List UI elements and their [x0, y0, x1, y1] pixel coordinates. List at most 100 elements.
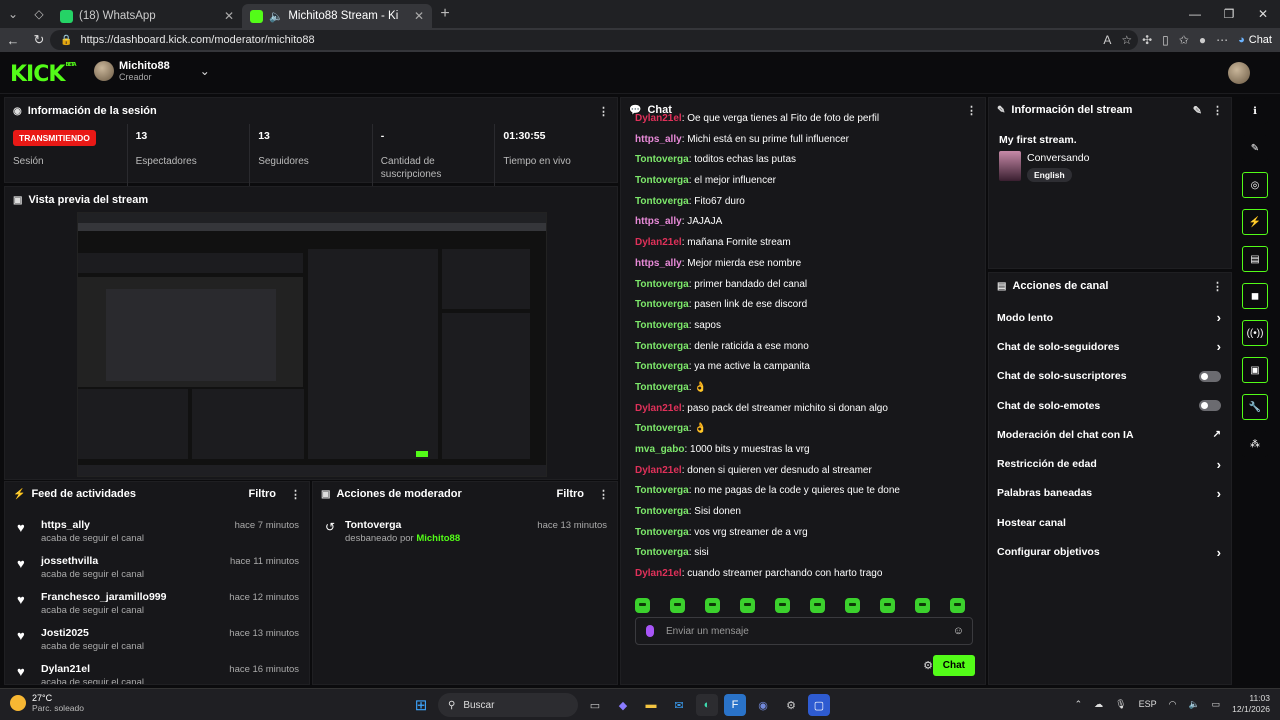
chat-username[interactable]: Tontoverga: [635, 175, 689, 186]
emote-icon[interactable]: [915, 598, 930, 613]
app-icon[interactable]: F: [724, 694, 746, 716]
info-icon[interactable]: ℹ: [1242, 98, 1268, 124]
close-icon[interactable]: ✕: [224, 9, 234, 23]
discord-icon[interactable]: ◉: [752, 694, 774, 716]
task-view-icon[interactable]: ▭: [584, 694, 606, 716]
steam-icon[interactable]: ⚙: [780, 694, 802, 716]
chevron-down-icon[interactable]: ⌄: [200, 64, 210, 78]
emoji-icon[interactable]: ☺: [953, 625, 964, 637]
taskbar-search[interactable]: ⚲ Buscar: [438, 693, 578, 717]
chevron-right-icon[interactable]: ›: [1217, 486, 1221, 501]
app2-icon[interactable]: ▢: [808, 694, 830, 716]
layout-icon[interactable]: ▣: [1242, 357, 1268, 383]
cluster-icon[interactable]: ⁂: [1242, 431, 1268, 457]
emote-icon[interactable]: [775, 598, 790, 613]
chat-username[interactable]: https_ally: [635, 258, 682, 269]
chat-username[interactable]: Tontoverga: [635, 299, 689, 310]
moderator-name[interactable]: Michito88: [416, 533, 460, 544]
chevron-right-icon[interactable]: ›: [1217, 545, 1221, 560]
channel-action-item[interactable]: Chat de solo-emotes: [989, 391, 1231, 420]
tab-list-icon[interactable]: ⌄: [0, 0, 26, 28]
chat-username[interactable]: Dylan21el: [635, 568, 682, 579]
edit-icon[interactable]: ✎: [1193, 104, 1202, 117]
chat-username[interactable]: Tontoverga: [635, 196, 689, 207]
close-window-icon[interactable]: ✕: [1246, 0, 1280, 28]
external-link-icon[interactable]: ↗: [1213, 429, 1221, 440]
chat-username[interactable]: Tontoverga: [635, 547, 689, 558]
broadcast-icon[interactable]: ((•)): [1242, 320, 1268, 346]
chat-username[interactable]: Tontoverga: [635, 341, 689, 352]
emote-icon[interactable]: [845, 598, 860, 613]
menu-icon[interactable]: ⋯: [1216, 33, 1228, 47]
screenshot-icon[interactable]: ◎: [1242, 172, 1268, 198]
chat-username[interactable]: Tontoverga: [635, 382, 689, 393]
chat-username[interactable]: Dylan21el: [635, 403, 682, 414]
filter-button[interactable]: Filtro: [557, 488, 585, 500]
reload-icon[interactable]: ↻: [26, 32, 52, 48]
file-explorer-icon[interactable]: ▬: [640, 694, 662, 716]
weather-widget[interactable]: 27°C Parc. soleado: [10, 693, 84, 713]
edge-icon[interactable]: ◐: [696, 694, 718, 716]
minimize-icon[interactable]: —: [1178, 0, 1212, 28]
chevron-right-icon[interactable]: ›: [1217, 310, 1221, 325]
more-options-icon[interactable]: ⋮: [598, 488, 609, 501]
more-options-icon[interactable]: ⋮: [598, 105, 609, 118]
account-avatar[interactable]: [1228, 62, 1250, 84]
chevron-right-icon[interactable]: ›: [1217, 339, 1221, 354]
more-options-icon[interactable]: ⋮: [290, 488, 301, 501]
tab-whatsapp[interactable]: (18) WhatsApp ✕: [52, 4, 242, 28]
favorites-icon[interactable]: ✩: [1179, 33, 1189, 47]
copilot-chat-button[interactable]: ◕ Chat: [1238, 34, 1272, 46]
language-indicator[interactable]: ESP: [1139, 699, 1157, 709]
filter-button[interactable]: Filtro: [249, 488, 277, 500]
back-icon[interactable]: ←: [0, 33, 26, 48]
channel-action-item[interactable]: Restricción de edad ›: [989, 449, 1231, 478]
close-icon[interactable]: ✕: [414, 9, 424, 23]
channel-action-item[interactable]: Palabras baneadas ›: [989, 479, 1231, 508]
extensions-icon[interactable]: ✣: [1142, 33, 1152, 47]
chat-username[interactable]: Dylan21el: [635, 113, 682, 124]
chat-messages[interactable]: Dylan21el: Oe que verga tienes al Fito d…: [635, 112, 975, 588]
chat-username[interactable]: Tontoverga: [635, 279, 689, 290]
stream-category[interactable]: Conversando: [1027, 152, 1089, 164]
emote-icon[interactable]: [635, 598, 650, 613]
speaker-icon[interactable]: 🔈: [269, 9, 283, 23]
channel-action-item[interactable]: Configurar objetivos ›: [989, 537, 1231, 566]
chat-username[interactable]: Tontoverga: [635, 527, 689, 538]
profile-icon[interactable]: ●: [1199, 33, 1206, 47]
chat-username[interactable]: Tontoverga: [635, 154, 689, 165]
gear-icon[interactable]: ⚙: [923, 659, 933, 672]
workspaces-icon[interactable]: ◇: [26, 0, 52, 28]
clock[interactable]: 11:03 12/1/2026: [1232, 693, 1270, 715]
microphone-icon[interactable]: [646, 625, 654, 637]
chat-bubble-icon[interactable]: ◼: [1242, 283, 1268, 309]
more-options-icon[interactable]: ⋮: [1212, 280, 1223, 293]
emote-icon[interactable]: [810, 598, 825, 613]
emote-icon[interactable]: [670, 598, 685, 613]
maximize-icon[interactable]: ❐: [1212, 0, 1246, 28]
emote-icon[interactable]: [740, 598, 755, 613]
chat-username[interactable]: https_ally: [635, 134, 682, 145]
channel-action-item[interactable]: Hostear canal: [989, 508, 1231, 537]
url-field[interactable]: 🔒 https://dashboard.kick.com/moderator/m…: [50, 30, 1138, 50]
mail-icon[interactable]: ✉: [668, 694, 690, 716]
chat-username[interactable]: Tontoverga: [635, 320, 689, 331]
more-options-icon[interactable]: ⋮: [1212, 104, 1223, 117]
chat-username[interactable]: mva_gabo: [635, 444, 684, 455]
channel-action-item[interactable]: Moderación del chat con IA ↗: [989, 420, 1231, 449]
favorite-icon[interactable]: ☆: [1121, 33, 1132, 47]
tab-kick-dashboard[interactable]: 🔈 Michito88 Stream - Kick Dash ✕: [242, 4, 432, 28]
toggle-switch[interactable]: [1199, 370, 1221, 382]
read-aloud-icon[interactable]: A: [1103, 33, 1111, 47]
windows-start-icon[interactable]: ⊞: [410, 694, 432, 716]
pencil-icon[interactable]: ✎: [1242, 135, 1268, 161]
chat-input[interactable]: Enviar un mensaje ☺: [635, 617, 973, 645]
emote-icon[interactable]: [950, 598, 965, 613]
chevron-right-icon[interactable]: ›: [1217, 457, 1221, 472]
emote-icon[interactable]: [880, 598, 895, 613]
send-chat-button[interactable]: Chat: [932, 655, 975, 676]
wrench-icon[interactable]: 🔧: [1242, 394, 1268, 420]
user-menu[interactable]: Michito88 Creador ⌄: [94, 60, 210, 82]
kick-logo[interactable]: KICKBETA: [10, 62, 77, 87]
channel-action-item[interactable]: Modo lento ›: [989, 303, 1231, 332]
